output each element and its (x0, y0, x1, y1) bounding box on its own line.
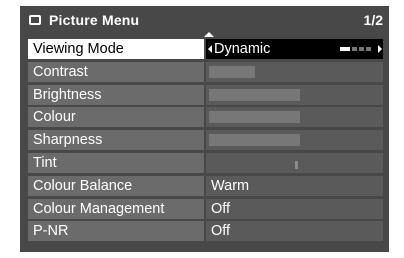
sharpness-level-bar (209, 134, 300, 147)
option-dot (359, 47, 364, 51)
tint-center-marker (295, 160, 298, 169)
brightness-level-bar (209, 88, 300, 101)
option-position-indicator (340, 47, 371, 51)
picture-menu-panel: Picture Menu 1/2 Viewing Mode Dynamic Co… (20, 6, 389, 258)
colour-management-label: Colour Management (28, 198, 204, 219)
colour-balance-value[interactable]: Warm (206, 175, 383, 196)
tint-label: Tint (28, 152, 204, 173)
option-dot (366, 47, 371, 51)
left-arrow-icon[interactable] (208, 45, 212, 53)
colour-label: Colour (28, 107, 204, 128)
colour-management-value[interactable]: Off (206, 198, 383, 219)
colour-level-bar (209, 111, 300, 124)
menu-row-brightness[interactable]: Brightness (28, 84, 389, 105)
menu-rows: Viewing Mode Dynamic Contrast Brightness (28, 39, 389, 244)
menu-row-colour-management[interactable]: Colour Management Off (28, 198, 389, 219)
menu-row-sharpness[interactable]: Sharpness (28, 130, 389, 151)
menu-screen-icon (29, 15, 41, 25)
scroll-down-arrow-icon[interactable] (204, 253, 214, 258)
menu-title: Picture Menu (49, 12, 140, 28)
option-dot (352, 47, 357, 51)
contrast-level-bar (209, 65, 255, 78)
page-indicator: 1/2 (363, 12, 383, 28)
sharpness-label: Sharpness (28, 130, 204, 151)
p-nr-label: P-NR (28, 221, 204, 242)
contrast-slider[interactable] (206, 61, 383, 82)
brightness-label: Brightness (28, 84, 204, 105)
menu-row-viewing-mode[interactable]: Viewing Mode Dynamic (28, 39, 389, 59)
sharpness-slider[interactable] (206, 130, 383, 151)
viewing-mode-value: Dynamic (214, 41, 271, 57)
menu-row-tint[interactable]: Tint (28, 152, 389, 173)
viewing-mode-selector[interactable]: Dynamic (206, 39, 383, 59)
viewing-mode-label: Viewing Mode (28, 39, 204, 59)
option-dot (340, 47, 350, 51)
scroll-up-arrow-icon[interactable] (204, 32, 214, 37)
brightness-slider[interactable] (206, 84, 383, 105)
menu-row-p-nr[interactable]: P-NR Off (28, 221, 389, 242)
tint-slider[interactable] (206, 152, 383, 173)
p-nr-value[interactable]: Off (206, 221, 383, 242)
contrast-label: Contrast (28, 61, 204, 82)
menu-row-colour[interactable]: Colour (28, 107, 389, 128)
menu-row-contrast[interactable]: Contrast (28, 61, 389, 82)
colour-slider[interactable] (206, 107, 383, 128)
colour-balance-label: Colour Balance (28, 175, 204, 196)
right-arrow-icon[interactable] (378, 45, 382, 53)
menu-row-colour-balance[interactable]: Colour Balance Warm (28, 175, 389, 196)
